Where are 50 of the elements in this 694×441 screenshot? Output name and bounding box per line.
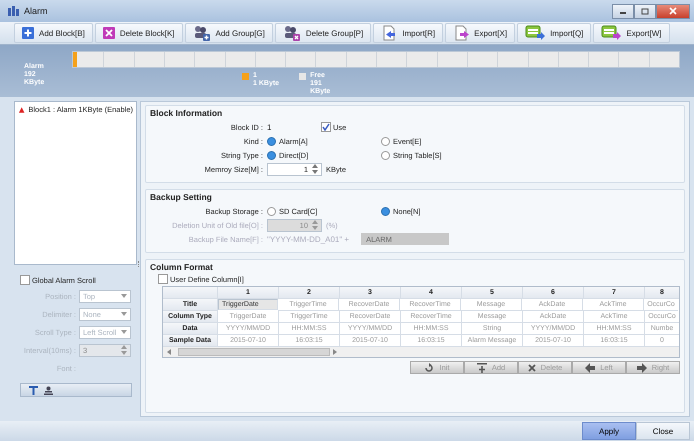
cross-square-icon (102, 27, 115, 39)
toolbar-button[interactable]: Import[Q] (517, 23, 592, 43)
caret-icon (121, 312, 127, 316)
text-icon (29, 386, 38, 394)
plus-square-icon (22, 27, 34, 39)
import-icon (381, 25, 398, 41)
group-title: Column Format (150, 262, 214, 272)
checkmark-icon (322, 123, 330, 131)
block-icon (18, 106, 26, 114)
close-button[interactable]: Close (636, 422, 690, 440)
remove-users-icon (282, 25, 301, 41)
scroll-right-icon (332, 349, 338, 355)
toolbar-button[interactable]: Import[R] (373, 23, 444, 43)
minimize-button[interactable] (612, 4, 634, 18)
spinner-arrows-icon (121, 344, 127, 356)
window-title: Alarm (24, 6, 48, 16)
refresh-icon (424, 362, 434, 372)
close-icon (669, 7, 677, 15)
maximize-icon (641, 8, 649, 14)
toolbar-button[interactable]: Delete Group[P] (274, 23, 372, 43)
close-button[interactable] (656, 4, 690, 18)
csv-import-icon (525, 25, 546, 41)
csv-export-icon (601, 25, 622, 41)
spinner-arrows-icon (312, 219, 318, 231)
corner-header (163, 287, 218, 299)
maximize-button[interactable] (634, 4, 656, 18)
export-icon (453, 25, 470, 41)
toolbar-button[interactable]: Export[W] (593, 23, 670, 43)
caret-icon (121, 330, 127, 334)
arrow-left-icon (585, 362, 596, 372)
arrow-right-icon (636, 362, 647, 372)
group-title: Block Information (150, 108, 224, 118)
add-users-icon (192, 25, 211, 41)
caret-icon (121, 294, 127, 298)
file-name-prefix: "YYYY-MM-DD_A01" + (267, 234, 350, 244)
toolbar-button[interactable]: Delete Block[K] (94, 23, 183, 43)
toolbar-button[interactable]: Add Group[G] (184, 23, 273, 43)
person-icon (44, 386, 53, 394)
spinner-arrows-icon (312, 163, 318, 175)
group-title: Backup Setting (150, 192, 213, 202)
block-id-value: 1 (267, 122, 272, 132)
apply-button[interactable]: Apply (582, 422, 636, 440)
insert-icon (476, 362, 487, 372)
toolbar-button[interactable]: Add Block[B] (14, 23, 93, 43)
font-button[interactable] (20, 383, 132, 397)
cross-icon (528, 364, 536, 372)
horizontal-scrollbar[interactable] (163, 347, 679, 357)
scroll-left-icon (166, 349, 172, 355)
app-icon (8, 6, 20, 16)
toolbar-button[interactable]: Export[X] (445, 23, 516, 43)
